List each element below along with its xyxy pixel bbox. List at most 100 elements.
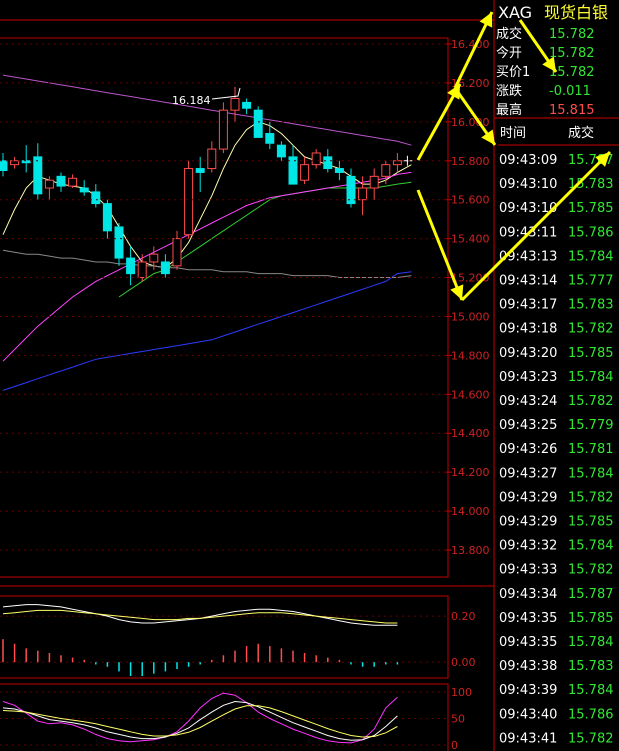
price-tick-label: 13.800 (451, 544, 490, 557)
tick-time: 09:43:27 (499, 466, 557, 481)
kdj-tick-label: 50 (451, 713, 465, 726)
price-tick-label: 14.200 (451, 466, 490, 479)
macd-line (2, 609, 398, 624)
symbol-name: 现货白银 (544, 3, 608, 22)
candle-down (114, 226, 124, 259)
tick-time: 09:43:35 (499, 611, 557, 626)
kdj-panel: 100 50 0 (0, 686, 472, 751)
candle-up (68, 177, 78, 187)
tick-time: 09:43:29 (499, 515, 557, 530)
quote-label: 成交 (496, 26, 522, 42)
kdj-line (2, 692, 398, 744)
macd-line (2, 604, 398, 626)
tick-price: 15.787 (568, 587, 614, 602)
tick-time: 09:43:24 (499, 394, 557, 409)
tick-time: 09:43:33 (499, 563, 557, 578)
tick-price: 15.784 (568, 466, 614, 481)
tick-price: 15.783 (568, 298, 614, 313)
candle-up (44, 179, 54, 189)
ma-line (2, 74, 412, 146)
tick-price: 15.779 (568, 418, 614, 433)
quote-label: 买价1 (496, 65, 530, 80)
tick-time: 09:43:25 (499, 418, 557, 433)
quote-rows: 成交 15.782 今开 15.782 买价1 15.782 涨跌 -0.011 最高 15.81… (496, 26, 595, 118)
chart-canvas: 16.184 16.40016.20016.00015.80015.60015.… (0, 0, 619, 751)
candle-down (276, 144, 286, 158)
tick-price: 15.777 (568, 274, 614, 289)
quote-value: 15.782 (549, 46, 595, 61)
tick-price: 15.783 (568, 177, 614, 192)
candle-down (253, 109, 263, 138)
tick-header-time: 时间 (500, 126, 526, 141)
candle-up (300, 164, 310, 181)
candle-up (184, 168, 194, 236)
tick-price: 15.782 (568, 490, 614, 505)
tick-time: 09:43:18 (499, 322, 557, 337)
candle-down (21, 160, 31, 164)
candle-down (126, 257, 136, 275)
price-tick-label: 15.600 (451, 194, 490, 207)
tick-time: 09:43:41 (499, 731, 557, 746)
candle-up (218, 109, 228, 150)
candle-down (265, 133, 275, 144)
price-tick-label: 16.400 (451, 38, 490, 51)
macd-tick-label: 0.00 (451, 656, 476, 669)
quote-label: 最高 (496, 102, 522, 118)
candle-up (358, 187, 368, 201)
candle-up (207, 148, 217, 170)
candle-down (195, 168, 205, 173)
tick-time: 09:43:13 (499, 249, 557, 264)
candle-down (242, 101, 252, 109)
quote-panel: XAG 现货白银 (498, 3, 608, 22)
tick-time: 09:43:20 (499, 346, 557, 361)
candle-down (334, 168, 344, 173)
candle-down (102, 203, 112, 232)
quote-value: 15.782 (549, 65, 595, 80)
symbol-code: XAG (498, 3, 532, 22)
tick-time: 09:43:34 (499, 587, 557, 602)
ma-line (2, 249, 412, 278)
main-candles: 16.184 (0, 86, 413, 286)
macd-tick-label: 0.20 (451, 610, 476, 623)
price-tick-label: 14.600 (451, 388, 490, 401)
price-tick-label: 14.400 (451, 427, 490, 440)
candle-down (160, 261, 170, 275)
tick-time: 09:43:35 (499, 635, 557, 650)
quote-label: 今开 (496, 45, 522, 61)
quote-label: 涨跌 (496, 83, 522, 99)
tick-time: 09:43:40 (499, 707, 557, 722)
candle-down (79, 187, 89, 193)
main-ma-lines (2, 74, 412, 391)
tick-price: 15.786 (568, 225, 614, 240)
price-tick-label: 15.400 (451, 233, 490, 246)
tick-price: 15.782 (568, 563, 614, 578)
tick-price: 15.781 (568, 442, 614, 457)
tick-time: 09:43:32 (499, 539, 557, 554)
tick-price: 15.785 (568, 346, 614, 361)
candle-up (172, 238, 182, 267)
tick-time: 09:43:14 (499, 274, 557, 289)
tick-time: 09:43:39 (499, 683, 557, 698)
candle-up (230, 97, 240, 111)
tick-price: 15.784 (568, 635, 614, 650)
candle-down (91, 191, 101, 205)
kdj-tick-label: 100 (451, 686, 472, 699)
tick-time: 09:43:26 (499, 442, 557, 457)
price-tick-label: 15.000 (451, 310, 490, 323)
tick-price: 15.785 (568, 611, 614, 626)
tick-price: 15.785 (568, 201, 614, 216)
tick-price: 15.783 (568, 659, 614, 674)
annotation-leader (211, 87, 241, 100)
candle-up (311, 152, 321, 166)
price-tick-label: 14.800 (451, 349, 490, 362)
candle-down (56, 175, 66, 187)
tick-time: 09:43:29 (499, 490, 557, 505)
tick-table: 时间 成交 (500, 125, 594, 141)
candle-up (369, 175, 379, 189)
tick-price: 15.784 (568, 370, 614, 385)
candle-up (381, 164, 391, 177)
high-annotation: 16.184 (172, 94, 211, 107)
candle-up (392, 160, 402, 166)
tick-price: 15.784 (568, 539, 614, 554)
quote-value: -0.011 (549, 84, 591, 99)
